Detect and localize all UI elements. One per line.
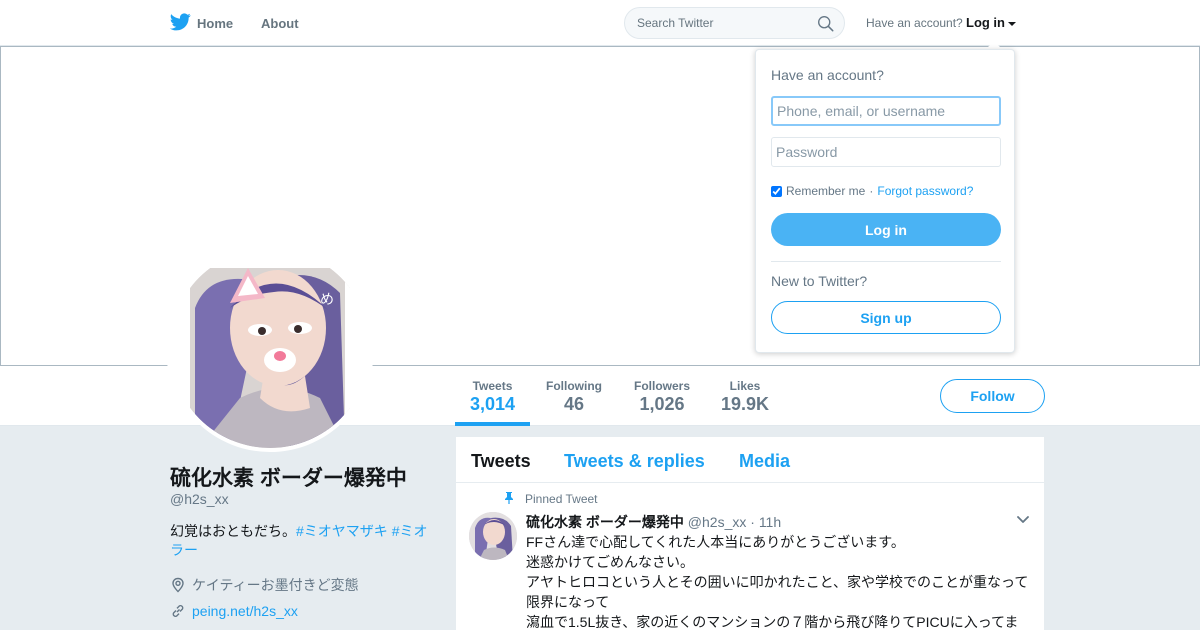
search-box — [624, 7, 845, 39]
tweet-timestamp[interactable]: 11h — [759, 514, 781, 530]
signup-button[interactable]: Sign up — [771, 301, 1001, 334]
forgot-password-link[interactable]: Forgot password? — [877, 184, 973, 198]
tweet-dot: · — [750, 514, 755, 530]
remember-me-row: Remember me · Forgot password? — [771, 184, 973, 198]
profile-location: ケイティーお墨付きど変態 — [170, 575, 359, 595]
password-field[interactable] — [771, 137, 1001, 167]
tweet-line: アヤトヒロコという人とその囲いに叩かれたこと、家や学校でのことが重なって限界にな… — [526, 574, 1029, 610]
search-icon[interactable] — [817, 15, 834, 32]
chevron-down-icon[interactable] — [1017, 516, 1029, 524]
twitter-bird-icon[interactable] — [170, 13, 191, 31]
stat-followers[interactable]: Followers 1,026 — [628, 366, 696, 426]
tweet-line: 瀉血で1.5L抜き、家の近くのマンションの７階から飛び降りてPICUに入ってま — [526, 614, 1019, 630]
stat-value: 1,026 — [639, 394, 685, 414]
avatar-photo: め — [170, 248, 370, 448]
location-pin-icon — [172, 577, 184, 593]
bio-hashtag[interactable]: #ミオヤマザキ — [296, 523, 388, 539]
stat-value: 46 — [563, 394, 585, 414]
pinned-label: Pinned Tweet — [525, 492, 598, 506]
divider — [771, 261, 1001, 262]
stat-label: Tweets — [472, 379, 513, 393]
search-input[interactable] — [637, 16, 807, 30]
link-icon — [172, 605, 184, 617]
profile-name[interactable]: 硫化水素 ボーダー爆発中 — [170, 462, 407, 492]
stat-value: 19.9K — [720, 394, 770, 414]
profile-avatar[interactable]: め — [166, 244, 374, 452]
caret-down-icon — [1008, 21, 1016, 26]
login-button[interactable]: Log in — [771, 213, 1001, 246]
separator-dot: · — [869, 184, 874, 198]
username-field[interactable] — [771, 96, 1001, 126]
stat-following[interactable]: Following 46 — [540, 366, 608, 426]
tweet-avatar[interactable] — [469, 512, 517, 560]
stat-label: Followers — [633, 379, 690, 393]
tweet-author-handle[interactable]: @h2s_xx — [688, 514, 747, 530]
profile-url-link[interactable]: peing.net/h2s_xx — [192, 603, 298, 619]
tweet-line: 迷惑かけてごめんなさい。 — [526, 554, 694, 570]
login-dropdown: Have an account? Remember me · Forgot pa… — [755, 49, 1015, 353]
login-dropdown-toggle[interactable]: Log in — [966, 15, 1016, 30]
nav-home[interactable]: Home — [197, 0, 233, 46]
new-to-twitter-text: New to Twitter? — [771, 273, 868, 289]
nav-about[interactable]: About — [261, 0, 299, 46]
avatar-image: め — [170, 248, 370, 448]
timeline: Tweets Tweets & replies Media Pinned Twe… — [456, 437, 1044, 630]
stat-label: Following — [546, 379, 602, 393]
login-link-label: Log in — [966, 15, 1005, 30]
bio-text: 幻覚はおともだち。 — [170, 523, 296, 539]
timeline-tabs: Tweets Tweets & replies Media — [456, 437, 1044, 483]
profile-url: peing.net/h2s_xx — [170, 603, 298, 619]
profile-handle[interactable]: @h2s_xx — [170, 491, 229, 507]
tweet-avatar-image — [469, 512, 517, 560]
tweet-text: FFさん達で心配してくれた人本当にありがとうございます。 迷惑かけてごめんなさい… — [526, 532, 1031, 630]
stat-label: Likes — [729, 379, 761, 393]
location-text: ケイティーお墨付きど変態 — [192, 577, 359, 593]
stat-value: 3,014 — [469, 394, 516, 414]
profile-bio: 幻覚はおともだち。#ミオヤマザキ #ミオラー — [170, 522, 435, 560]
remember-me-label[interactable]: Remember me — [786, 184, 865, 198]
tab-media[interactable]: Media — [739, 451, 790, 472]
stat-tweets[interactable]: Tweets 3,014 — [455, 366, 530, 426]
login-dropdown-title: Have an account? — [771, 67, 884, 83]
stat-likes[interactable]: Likes 19.9K — [716, 366, 774, 426]
pin-icon — [505, 492, 513, 504]
tweet-author-name[interactable]: 硫化水素 ボーダー爆発中 — [526, 514, 684, 530]
avatar-sticker-text: め — [320, 292, 334, 308]
follow-button[interactable]: Follow — [940, 379, 1045, 413]
have-account-text: Have an account? — [866, 16, 963, 30]
remember-me-checkbox[interactable] — [771, 185, 782, 197]
tab-tweets-replies[interactable]: Tweets & replies — [564, 451, 705, 472]
top-nav: Home About Have an account? Log in — [0, 0, 1200, 46]
tweet-line: FFさん達で心配してくれた人本当にありがとうございます。 — [526, 534, 905, 550]
tweet-header: 硫化水素 ボーダー爆発中 @h2s_xx · 11h — [526, 512, 781, 532]
tab-tweets[interactable]: Tweets — [471, 451, 531, 472]
